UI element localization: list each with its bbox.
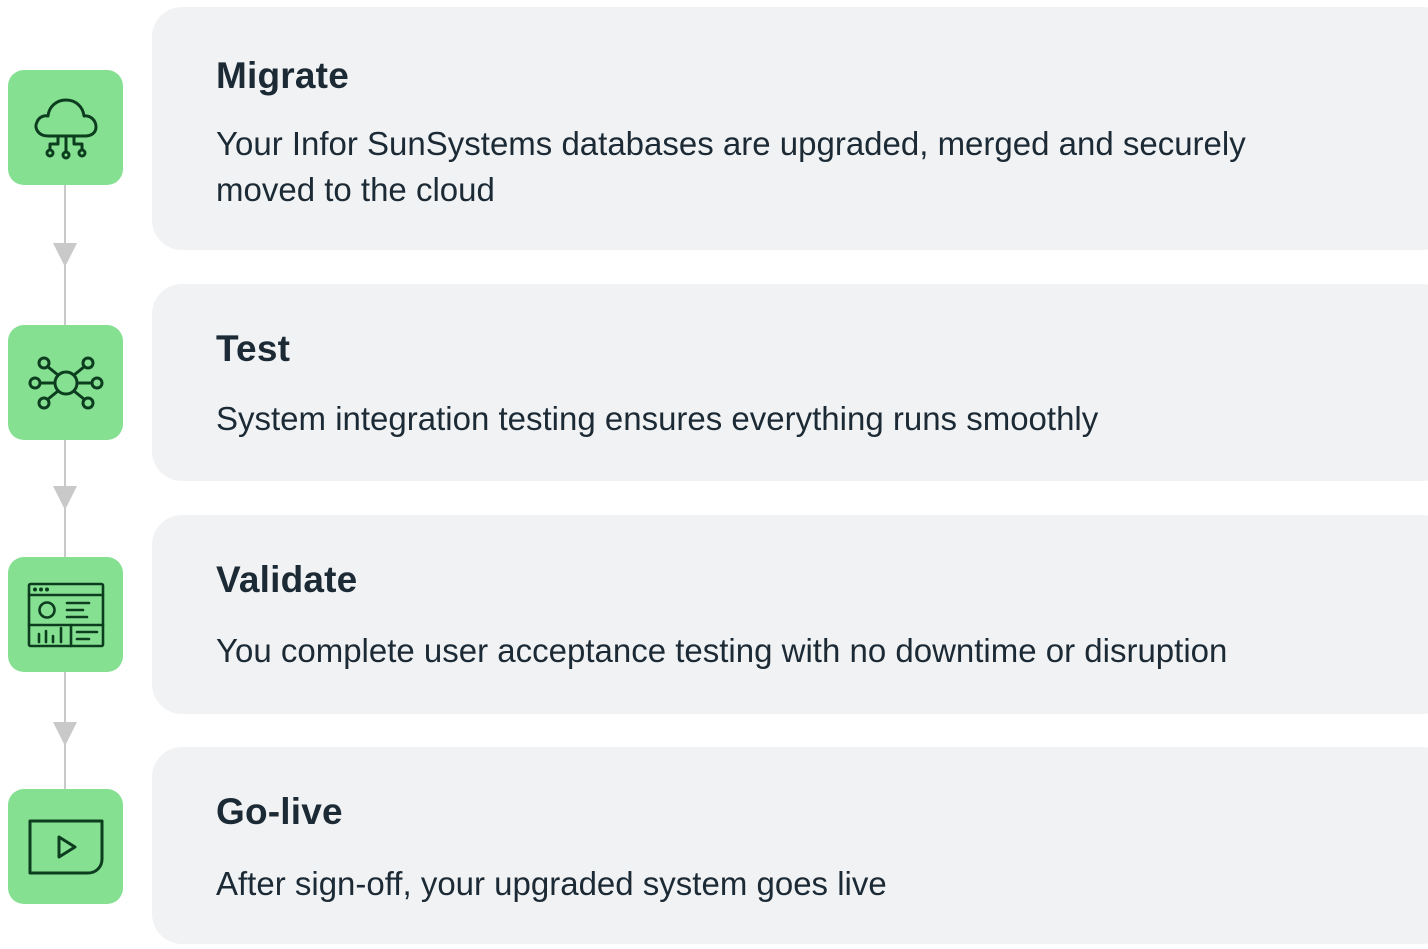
step-icon-box-go-live <box>8 789 123 904</box>
dashboard-window-icon <box>27 580 105 650</box>
step-description: System integration testing ensures every… <box>216 400 1099 437</box>
connector-arrow-1 <box>53 243 77 267</box>
step-card-migrate: Migrate Your Infor SunSystems databases … <box>152 7 1428 250</box>
step-title: Test <box>216 328 291 369</box>
step-title: Validate <box>216 559 358 600</box>
connector-arrow-2 <box>53 486 77 510</box>
step-icon-box-migrate <box>8 70 123 185</box>
cloud-network-icon <box>28 90 104 166</box>
connector-arrow-3 <box>53 722 77 746</box>
step-title: Go-live <box>216 791 343 832</box>
step-card-test: Test System integration testing ensures … <box>152 284 1428 481</box>
play-screen-icon <box>26 817 106 877</box>
step-card-validate: Validate You complete user acceptance te… <box>152 515 1428 714</box>
step-card-go-live: Go-live After sign-off, your upgraded sy… <box>152 747 1428 944</box>
step-icon-box-test <box>8 325 123 440</box>
hub-network-icon <box>26 343 106 423</box>
step-icon-box-validate <box>8 557 123 672</box>
step-description: Your Infor SunSystems databases are upgr… <box>216 125 1246 208</box>
step-title: Migrate <box>216 55 349 96</box>
step-description: You complete user acceptance testing wit… <box>216 632 1228 669</box>
step-description: After sign-off, your upgraded system goe… <box>216 865 887 902</box>
